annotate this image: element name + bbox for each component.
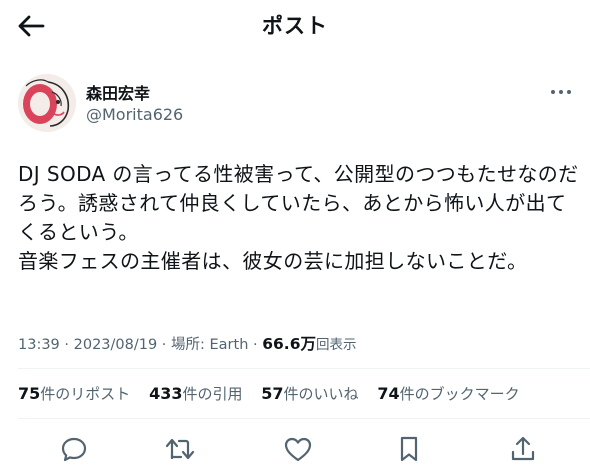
post-actions (0, 430, 590, 468)
stat-count: 433 (149, 384, 183, 403)
author-display-name[interactable]: 森田宏幸 (86, 80, 150, 104)
post-timestamp[interactable]: 13:39 · 2023/08/19 (18, 337, 157, 353)
repost-icon (165, 438, 195, 460)
stat-likes[interactable]: 57件のいいね (261, 384, 359, 403)
post-header: ポスト (0, 0, 590, 52)
divider (18, 368, 590, 369)
post-location: 場所: Earth (171, 337, 249, 353)
stat-count: 74 (377, 384, 400, 403)
meta-separator: · (253, 337, 258, 353)
stat-reposts[interactable]: 75件のリポスト (18, 384, 131, 403)
stat-label: 件のブックマーク (399, 385, 520, 403)
post-author: 森田宏幸 @Morita626 (18, 72, 578, 136)
stat-count: 57 (261, 384, 284, 403)
share-button[interactable] (504, 430, 542, 468)
stat-label: 件の引用 (182, 385, 243, 403)
post-text-line: ろう。誘惑されて仲良くしていたら、あとから怖い人が出て (18, 191, 567, 215)
more-horizontal-icon (551, 90, 571, 94)
share-icon (511, 436, 535, 461)
meta-separator: · (161, 337, 167, 353)
heart-icon (284, 437, 312, 462)
views-count: 66.6万 (262, 335, 316, 353)
stat-quotes[interactable]: 433件の引用 (149, 384, 243, 403)
page-title: ポスト (262, 14, 328, 38)
stat-bookmarks[interactable]: 74件のブックマーク (377, 384, 520, 403)
divider (18, 418, 590, 419)
post-text-line: くるという。 (18, 220, 139, 244)
avatar[interactable] (18, 74, 76, 132)
post-stats: 75件のリポスト 433件の引用 57件のいいね 74件のブックマーク (18, 383, 534, 404)
post-text: DJ SODA の言ってる性被害って、公開型のつつもたせなのだ ろう。誘惑されて… (18, 160, 579, 276)
stat-label: 件のいいね (283, 385, 359, 403)
reply-button[interactable] (55, 430, 93, 468)
bookmark-button[interactable] (390, 430, 428, 468)
reply-icon (61, 437, 87, 462)
stat-count: 75 (18, 384, 41, 403)
post-meta: 13:39 · 2023/08/19 · 場所: Earth · 66.6万回表… (18, 332, 356, 354)
views-label: 回表示 (315, 337, 357, 353)
stat-label: 件のリポスト (40, 385, 131, 403)
post-text-line: 音楽フェスの主催者は、彼女の芸に加担しないことだ。 (18, 249, 528, 273)
bookmark-icon (400, 436, 418, 462)
repost-button[interactable] (161, 430, 199, 468)
more-options-button[interactable] (548, 82, 574, 102)
avatar-illustration (18, 74, 76, 132)
author-handle[interactable]: @Morita626 (86, 105, 183, 124)
like-button[interactable] (279, 430, 317, 468)
post-text-line: DJ SODA の言ってる性被害って、公開型のつつもたせなのだ (18, 162, 579, 186)
